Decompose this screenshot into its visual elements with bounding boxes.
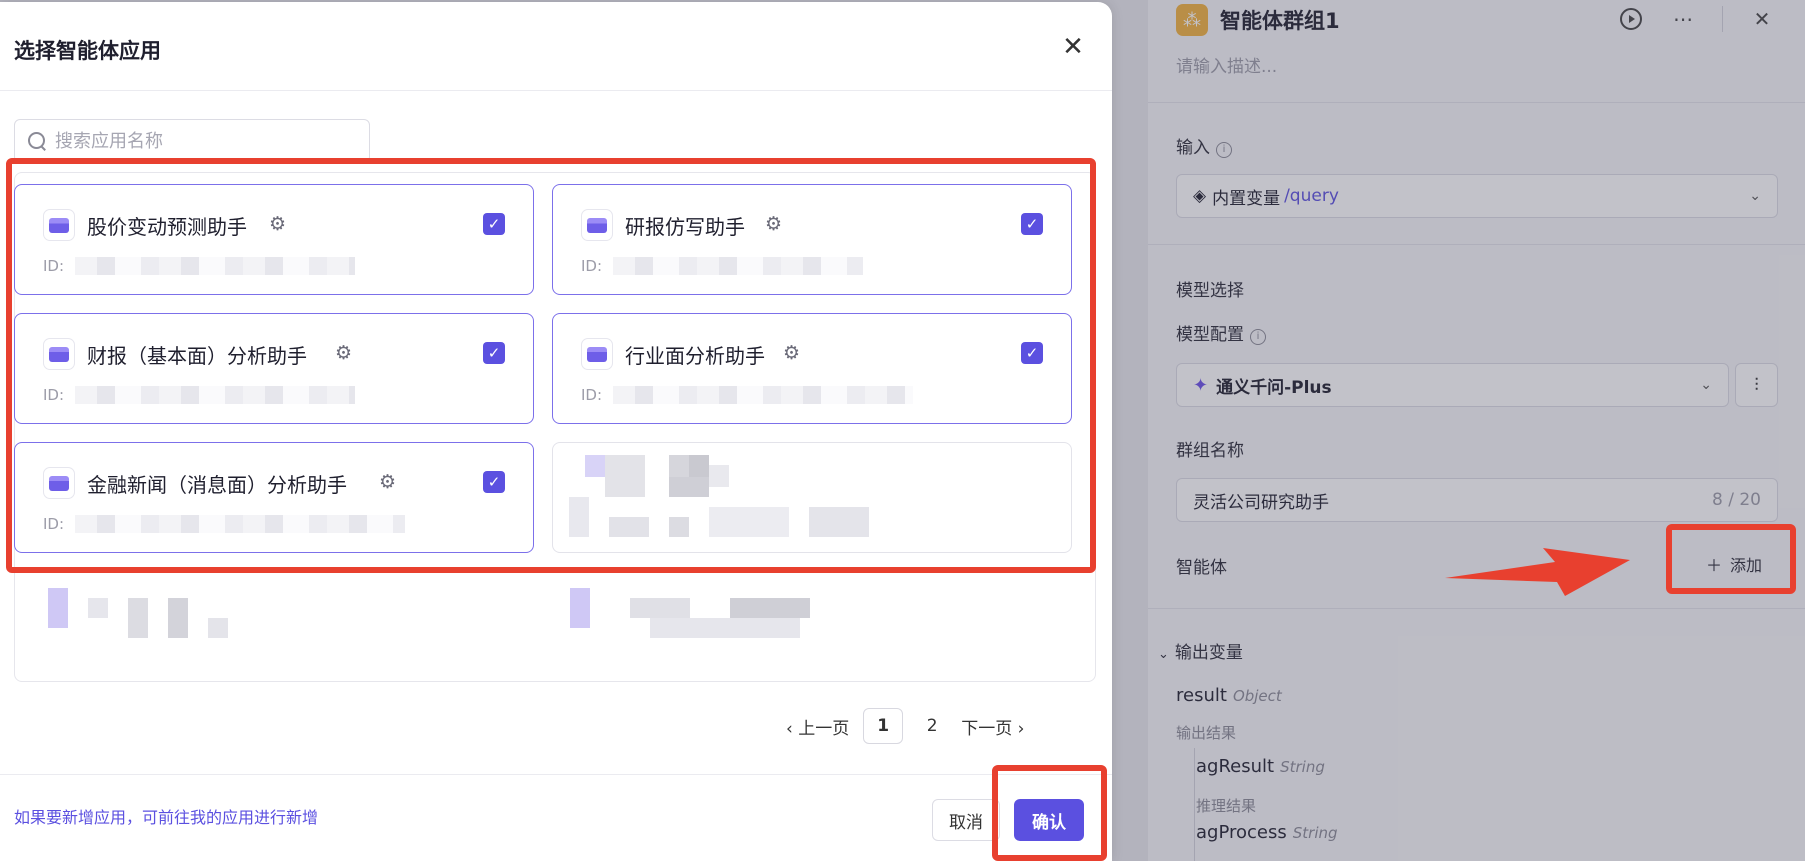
my-apps-link[interactable]: 我的应用 (190, 808, 254, 827)
pagination: ‹ 上一页 1 2 下一页 › (786, 708, 1024, 744)
hint-prefix: 如果要新增应用，可前往 (14, 808, 191, 827)
close-icon[interactable]: ✕ (1058, 32, 1088, 62)
annotation-box-app-list (6, 158, 1096, 573)
page-2-button[interactable]: 2 (917, 716, 947, 736)
hint-suffix: 进行新增 (254, 808, 319, 827)
divider (0, 774, 1112, 775)
divider (0, 90, 1112, 91)
cancel-button[interactable]: 取消 (932, 799, 1000, 841)
prev-label: 上一页 (798, 718, 850, 739)
search-box (14, 119, 370, 163)
next-page-button[interactable]: 下一页 › (961, 714, 1024, 739)
search-icon (27, 131, 47, 151)
annotation-box-confirm (992, 765, 1107, 861)
search-input[interactable] (55, 130, 355, 152)
prev-page-button[interactable]: ‹ 上一页 (786, 714, 849, 739)
page-1-button[interactable]: 1 (863, 708, 904, 744)
modal-title: 选择智能体应用 (14, 39, 161, 63)
next-label: 下一页 (961, 718, 1013, 739)
annotation-arrow-icon (1445, 548, 1630, 596)
footer-hint: 如果要新增应用，可前往我的应用进行新增 (14, 804, 318, 828)
annotation-box-add (1666, 524, 1796, 594)
